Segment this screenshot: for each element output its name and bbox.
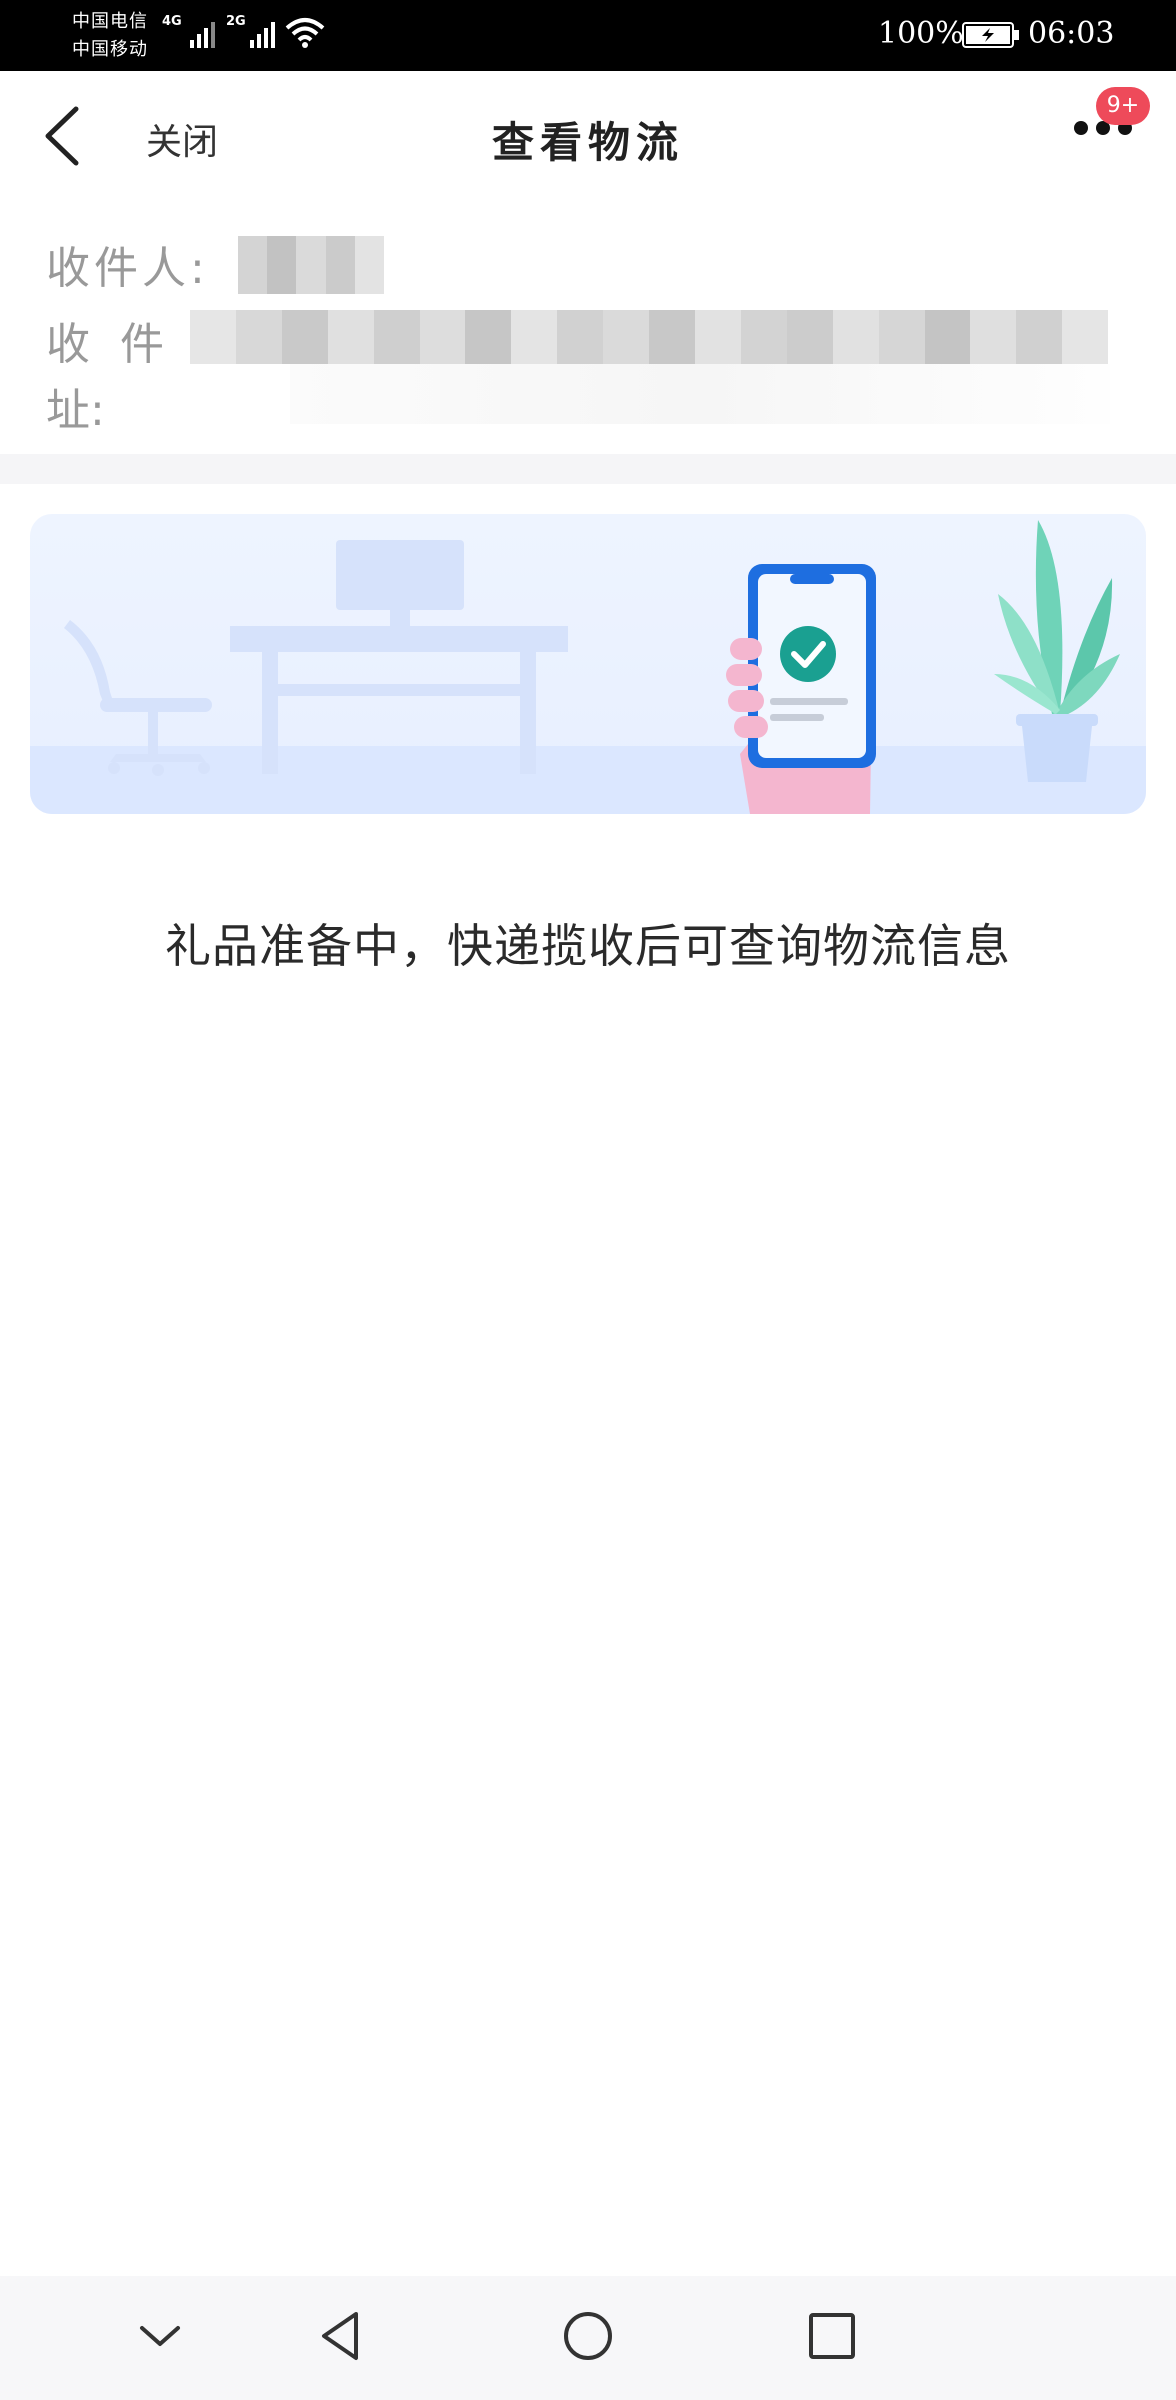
address-redacted-overflow <box>290 364 1110 424</box>
system-navigation-bar <box>0 2276 1176 2400</box>
home-circle-icon[interactable] <box>558 2306 618 2366</box>
page-title: 查看物流 <box>491 118 684 167</box>
status-bar: 中国电信 中国移动 4G 2G 100% 06:03 <box>0 0 1176 71</box>
address-redacted <box>190 310 1109 364</box>
recipient-label: 收件人: <box>46 243 209 294</box>
logistics-banner-illustration <box>30 514 1146 814</box>
desk-illustration <box>230 540 568 774</box>
collapse-chevron-icon[interactable] <box>130 2306 190 2366</box>
address-section: 收件人: 收件 址: <box>0 206 1176 454</box>
plant-illustration <box>994 520 1120 782</box>
navigation-bar: 关闭 查看物流 9+ <box>0 71 1176 206</box>
section-divider <box>0 454 1176 484</box>
carrier-1: 中国电信 <box>72 11 148 32</box>
more-options-icon[interactable] <box>1068 121 1138 151</box>
address-label-continued: 址: <box>46 385 105 436</box>
wifi-icon <box>285 18 325 48</box>
carrier-2: 中国移动 <box>72 39 148 60</box>
carrier-names: 中国电信 中国移动 <box>72 8 148 64</box>
recent-apps-square-icon[interactable] <box>802 2306 862 2366</box>
phone-illustration <box>726 564 876 814</box>
recipient-name-redacted <box>238 236 385 294</box>
clock: 06:03 <box>1028 16 1115 51</box>
back-triangle-icon[interactable] <box>312 2306 372 2366</box>
logistics-status-message: 礼品准备中，快递揽收后可查询物流信息 <box>165 919 1011 973</box>
address-label: 收件 <box>46 319 194 370</box>
battery-charging-icon <box>962 22 1019 48</box>
battery-percent: 100% <box>878 16 964 51</box>
notification-badge: 9+ <box>1096 87 1150 125</box>
